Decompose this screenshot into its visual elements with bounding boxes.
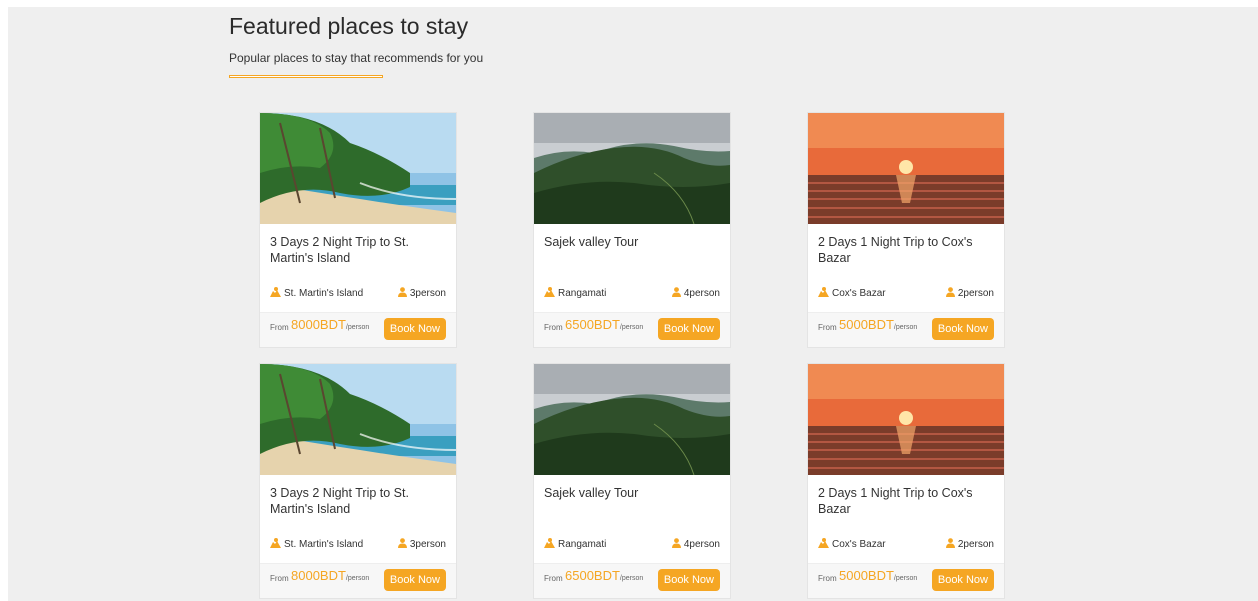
- price-value: 8000BDT: [291, 317, 346, 332]
- section-subtitle: Popular places to stay that recommends f…: [229, 51, 484, 65]
- card-people: 3person: [397, 287, 446, 300]
- card-title: Sajek valley Tour: [544, 486, 639, 500]
- card-location: Rangamati: [544, 538, 606, 551]
- person-icon: [397, 538, 407, 551]
- card-location: Cox's Bazar: [818, 538, 886, 551]
- card-location: St. Martin's Island: [270, 287, 363, 300]
- card-people: 4person: [671, 287, 720, 300]
- card-footer: From 8000BDT/person Book Now: [260, 312, 456, 347]
- card-footer: From 5000BDT/person Book Now: [808, 563, 1004, 598]
- price: 6500BDT/person: [565, 317, 643, 332]
- book-now-button[interactable]: Book Now: [657, 318, 720, 340]
- people-label: 2person: [957, 288, 994, 299]
- location-label: Cox's Bazar: [832, 288, 886, 299]
- card-people: 3person: [397, 538, 446, 551]
- card-image-beach[interactable]: [260, 364, 456, 475]
- price-value: 6500BDT: [565, 317, 620, 332]
- section-title: Featured places to stay: [229, 13, 469, 39]
- price-unit: /person: [619, 575, 644, 582]
- card-title: 2 Days 1 Night Trip to Cox's Bazar: [818, 235, 973, 265]
- place-card[interactable]: 2 Days 1 Night Trip to Cox's Bazar Cox's…: [807, 363, 1005, 599]
- book-now-button[interactable]: Book Now: [383, 318, 446, 340]
- from-label: From: [818, 574, 837, 583]
- person-icon: [671, 287, 681, 300]
- from-label: From: [270, 323, 289, 332]
- people-label: 2person: [957, 539, 994, 550]
- card-location: St. Martin's Island: [270, 538, 363, 551]
- card-image-sunset[interactable]: [808, 113, 1004, 224]
- price: 8000BDT/person: [291, 568, 369, 583]
- location-label: Rangamati: [558, 539, 607, 550]
- price: 5000BDT/person: [839, 568, 917, 583]
- card-image-beach[interactable]: [260, 113, 456, 224]
- card-image-mountain[interactable]: [534, 113, 730, 224]
- card-title: 3 Days 2 Night Trip to St. Martin's Isla…: [270, 235, 409, 265]
- location-label: Rangamati: [558, 288, 607, 299]
- map-pin-icon: [270, 287, 281, 300]
- price-value: 6500BDT: [565, 568, 620, 583]
- map-pin-icon: [544, 538, 555, 551]
- card-people: 2person: [945, 538, 994, 551]
- book-now-button[interactable]: Book Now: [383, 569, 446, 591]
- card-image-mountain[interactable]: [534, 364, 730, 475]
- title-underline: [229, 75, 383, 78]
- card-title: 2 Days 1 Night Trip to Cox's Bazar: [818, 486, 973, 516]
- price-unit: /person: [893, 575, 918, 582]
- card-footer: From 5000BDT/person Book Now: [808, 312, 1004, 347]
- card-title: Sajek valley Tour: [544, 235, 639, 249]
- place-card[interactable]: Sajek valley Tour Rangamati 4person From…: [533, 363, 731, 599]
- from-label: From: [544, 574, 563, 583]
- from-label: From: [544, 323, 563, 332]
- book-now-button[interactable]: Book Now: [931, 569, 994, 591]
- from-label: From: [818, 323, 837, 332]
- card-title: 3 Days 2 Night Trip to St. Martin's Isla…: [270, 486, 409, 516]
- map-pin-icon: [270, 538, 281, 551]
- location-label: Cox's Bazar: [832, 539, 886, 550]
- map-pin-icon: [818, 287, 829, 300]
- price: 5000BDT/person: [839, 317, 917, 332]
- person-icon: [671, 538, 681, 551]
- person-icon: [945, 538, 955, 551]
- price-unit: /person: [893, 324, 918, 331]
- price-unit: /person: [619, 324, 644, 331]
- people-label: 4person: [683, 539, 720, 550]
- people-label: 3person: [409, 288, 446, 299]
- card-people: 2person: [945, 287, 994, 300]
- price-value: 5000BDT: [839, 317, 894, 332]
- place-card[interactable]: 3 Days 2 Night Trip to St. Martin's Isla…: [259, 112, 457, 348]
- map-pin-icon: [818, 538, 829, 551]
- price-value: 8000BDT: [291, 568, 346, 583]
- map-pin-icon: [544, 287, 555, 300]
- person-icon: [397, 287, 407, 300]
- page: Featured places to stay Popular places t…: [8, 7, 1258, 601]
- people-label: 3person: [409, 539, 446, 550]
- book-now-button[interactable]: Book Now: [657, 569, 720, 591]
- price: 6500BDT/person: [565, 568, 643, 583]
- card-footer: From 6500BDT/person Book Now: [534, 563, 730, 598]
- place-card[interactable]: 3 Days 2 Night Trip to St. Martin's Isla…: [259, 363, 457, 599]
- card-footer: From 6500BDT/person Book Now: [534, 312, 730, 347]
- location-label: St. Martin's Island: [284, 539, 364, 550]
- price-unit: /person: [345, 575, 370, 582]
- from-label: From: [270, 574, 289, 583]
- place-card[interactable]: Sajek valley Tour Rangamati 4person From…: [533, 112, 731, 348]
- people-label: 4person: [683, 288, 720, 299]
- book-now-button[interactable]: Book Now: [931, 318, 994, 340]
- card-location: Rangamati: [544, 287, 606, 300]
- place-card[interactable]: 2 Days 1 Night Trip to Cox's Bazar Cox's…: [807, 112, 1005, 348]
- price-unit: /person: [345, 324, 370, 331]
- price: 8000BDT/person: [291, 317, 369, 332]
- card-location: Cox's Bazar: [818, 287, 886, 300]
- location-label: St. Martin's Island: [284, 288, 364, 299]
- person-icon: [945, 287, 955, 300]
- card-footer: From 8000BDT/person Book Now: [260, 563, 456, 598]
- price-value: 5000BDT: [839, 568, 894, 583]
- card-image-sunset[interactable]: [808, 364, 1004, 475]
- card-people: 4person: [671, 538, 720, 551]
